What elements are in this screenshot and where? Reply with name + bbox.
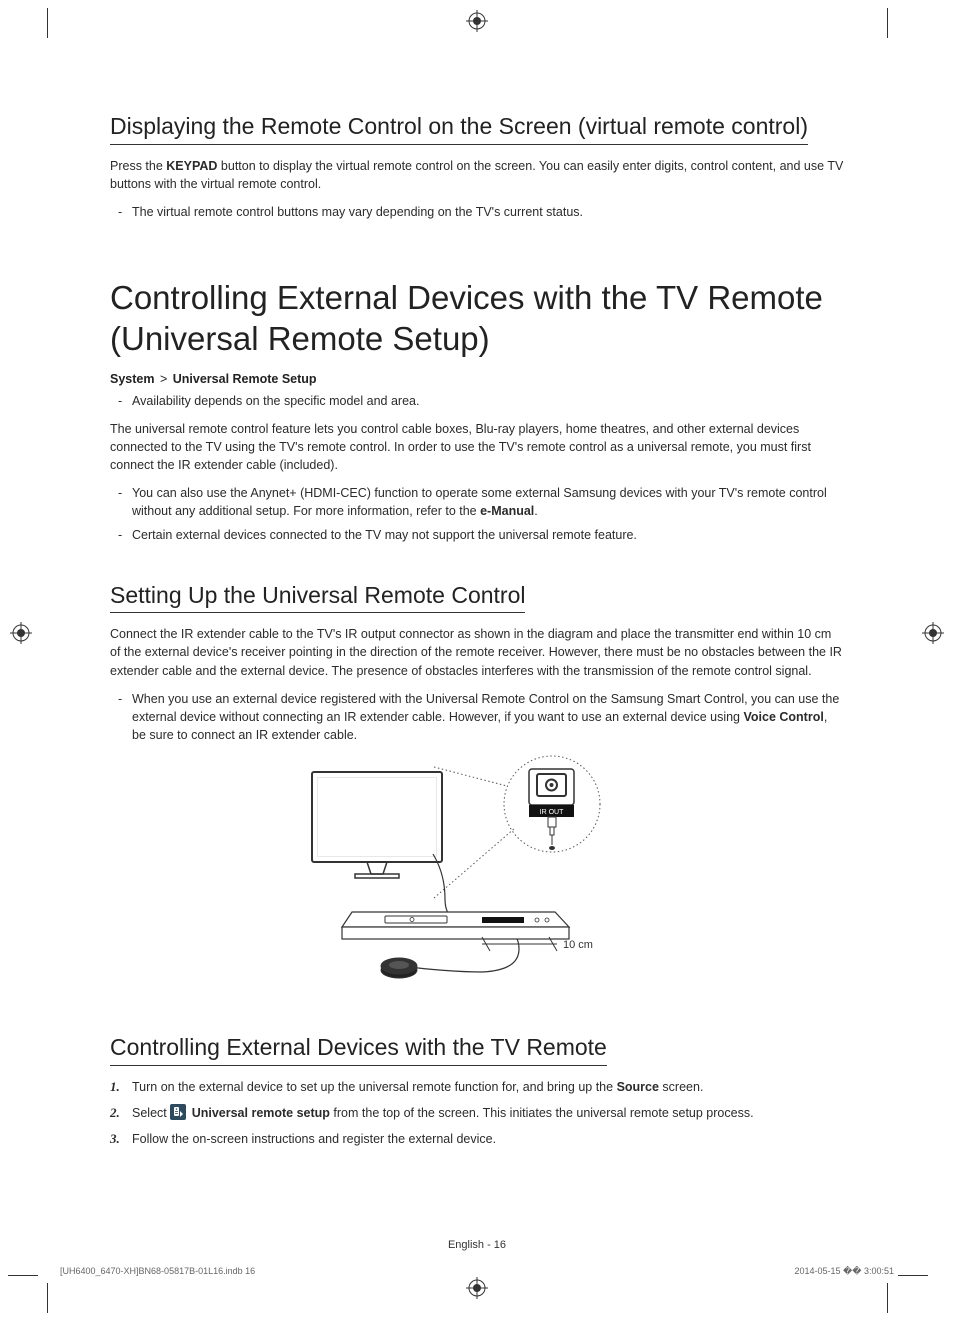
- page-number: English - 16: [448, 1239, 506, 1251]
- section-heading-universal-remote: Controlling External Devices with the TV…: [110, 277, 844, 360]
- paragraph: The universal remote control feature let…: [110, 420, 844, 474]
- text: When you use an external device register…: [132, 692, 839, 724]
- breadcrumb-separator: >: [158, 372, 169, 386]
- print-timestamp: 2014-05-15 �� 3:00:51: [794, 1266, 894, 1277]
- breadcrumb-item: System: [110, 372, 154, 386]
- note-list: Availability depends on the specific mod…: [110, 392, 844, 410]
- step-item: Follow the on-screen instructions and re…: [110, 1130, 844, 1148]
- text: Select: [132, 1106, 170, 1120]
- section-heading-setting-up: Setting Up the Universal Remote Control: [110, 581, 525, 614]
- note-item: When you use an external device register…: [110, 690, 844, 744]
- text: .: [534, 504, 537, 518]
- text: screen.: [659, 1080, 703, 1094]
- note-item: The virtual remote control buttons may v…: [110, 203, 844, 221]
- keypad-label: KEYPAD: [166, 159, 217, 173]
- page-content: Displaying the Remote Control on the Scr…: [110, 112, 844, 1251]
- menu-breadcrumb: System > Universal Remote Setup: [110, 372, 844, 386]
- universal-remote-setup-label: Universal remote setup: [192, 1106, 330, 1120]
- emanual-label: e-Manual: [480, 504, 534, 518]
- ir-extender-diagram: IR OUT: [110, 754, 844, 999]
- note-list: You can also use the Anynet+ (HDMI-CEC) …: [110, 484, 844, 544]
- step-item: Turn on the external device to set up th…: [110, 1078, 844, 1096]
- page-footer: English - 16: [110, 1239, 844, 1251]
- section-heading-controlling: Controlling External Devices with the TV…: [110, 1033, 607, 1066]
- step-list: Turn on the external device to set up th…: [110, 1078, 844, 1148]
- registration-mark-icon: [922, 622, 944, 644]
- breadcrumb-item: Universal Remote Setup: [173, 372, 317, 386]
- print-job-footer: [UH6400_6470-XH]BN68-05817B-01L16.indb 1…: [60, 1266, 894, 1277]
- text: Turn on the external device to set up th…: [132, 1080, 617, 1094]
- svg-text:IR OUT: IR OUT: [540, 809, 564, 816]
- voice-control-label: Voice Control: [743, 710, 823, 724]
- print-file-name: [UH6400_6470-XH]BN68-05817B-01L16.indb 1…: [60, 1266, 255, 1276]
- registration-mark-icon: [466, 10, 488, 32]
- universal-remote-setup-icon: [170, 1104, 186, 1120]
- note-item: Availability depends on the specific mod…: [110, 392, 844, 410]
- note-item: You can also use the Anynet+ (HDMI-CEC) …: [110, 484, 844, 520]
- text: Press the: [110, 159, 166, 173]
- source-label: Source: [617, 1080, 659, 1094]
- registration-mark-icon: [466, 1277, 488, 1299]
- paragraph: Press the KEYPAD button to display the v…: [110, 157, 844, 193]
- note-list: When you use an external device register…: [110, 690, 844, 744]
- note-list: The virtual remote control buttons may v…: [110, 203, 844, 221]
- svg-text:10 cm: 10 cm: [563, 939, 593, 951]
- step-item: Select Universal remote setup from the t…: [110, 1104, 844, 1122]
- text: button to display the virtual remote con…: [110, 159, 843, 191]
- section-heading-virtual-remote: Displaying the Remote Control on the Scr…: [110, 112, 808, 145]
- text: from the top of the screen. This initiat…: [330, 1106, 754, 1120]
- note-item: Certain external devices connected to th…: [110, 526, 844, 544]
- paragraph: Connect the IR extender cable to the TV'…: [110, 625, 844, 679]
- registration-mark-icon: [10, 622, 32, 644]
